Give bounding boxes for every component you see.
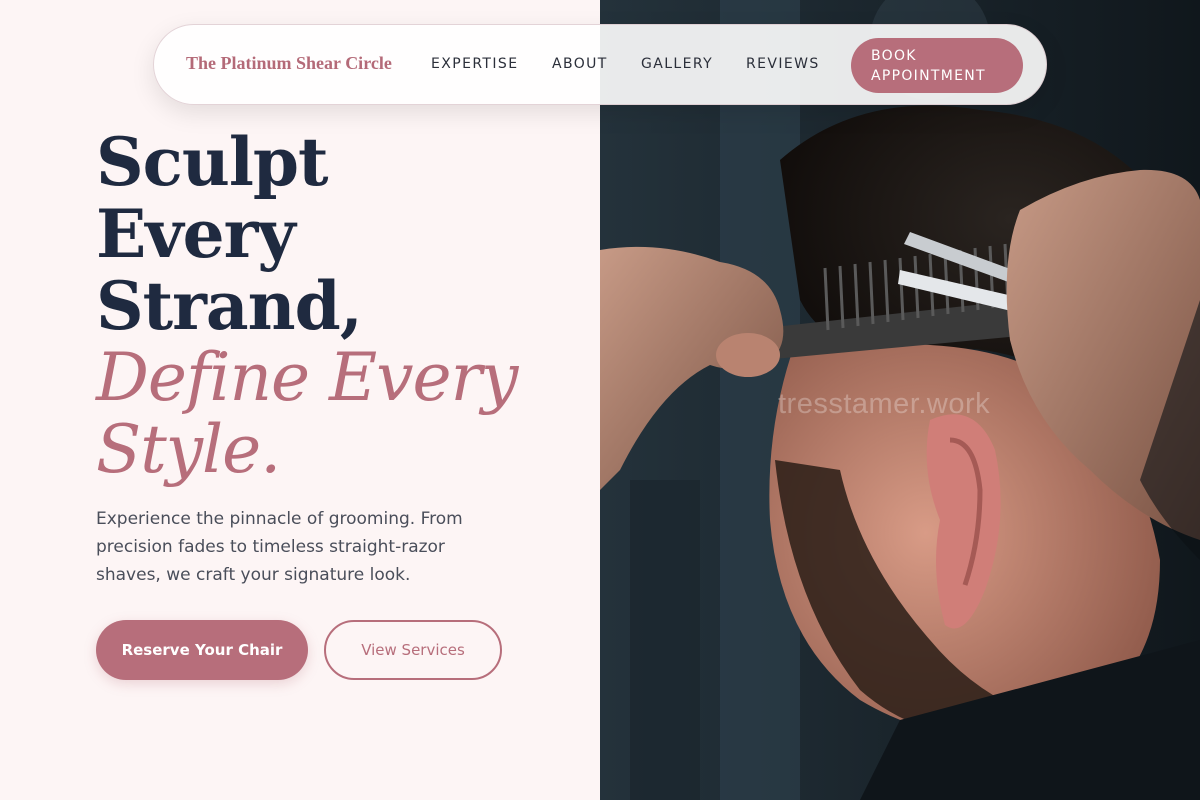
headline-line-3: Strand, xyxy=(96,267,363,345)
book-appointment-button[interactable]: BOOK APPOINTMENT xyxy=(851,38,1023,93)
headline-accent-line-2: Style. xyxy=(96,411,281,488)
nav-link-about[interactable]: ABOUT xyxy=(552,56,608,72)
watermark-text: tresstamer.work xyxy=(778,388,991,420)
nav-link-expertise[interactable]: EXPERTISE xyxy=(431,56,518,72)
brand-logo[interactable]: The Platinum Shear Circle xyxy=(186,53,392,74)
nav-link-gallery[interactable]: GALLERY xyxy=(641,56,713,72)
navbar: The Platinum Shear Circle EXPERTISE ABOU… xyxy=(153,24,1047,105)
headline-line-1: Sculpt xyxy=(96,123,329,201)
hero-subtext: Experience the pinnacle of grooming. Fro… xyxy=(96,509,463,585)
reserve-chair-button[interactable]: Reserve Your Chair xyxy=(96,620,308,680)
headline-line-2: Every xyxy=(96,195,296,273)
nav-link-reviews[interactable]: REVIEWS xyxy=(746,56,820,72)
hero-headline: Sculpt Every Strand, Define Every Style. xyxy=(96,123,518,488)
headline-accent-line-1: Define Every xyxy=(96,339,518,416)
hero-photo: tresstamer.work xyxy=(600,0,1200,800)
view-services-button[interactable]: View Services xyxy=(324,620,502,680)
